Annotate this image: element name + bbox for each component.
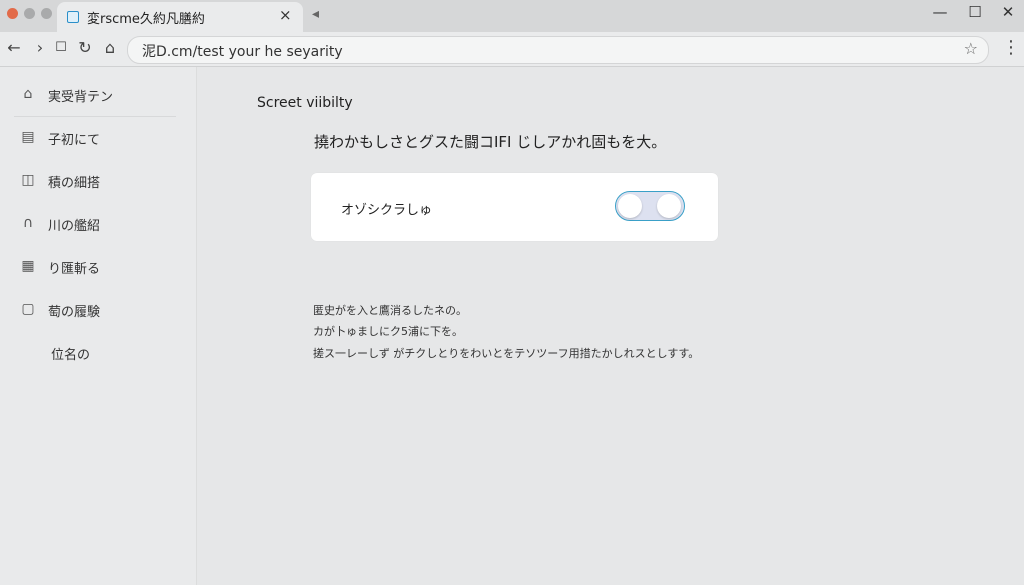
visibility-toggle[interactable] (615, 191, 685, 221)
back-icon[interactable]: ← (4, 38, 24, 57)
close-icon[interactable]: ✕ (996, 3, 1020, 21)
calendar-icon: ▤ (21, 129, 35, 145)
browser-tab[interactable]: 変rscme久約凡膳約 × (57, 2, 303, 32)
sidebar-item-6[interactable]: ▢ 萄の履験 (0, 292, 196, 328)
browser-toolbar: ← › ☐ ↻ ⌂ 泥D.cm/test your he seyarity ☆ … (0, 32, 1024, 67)
forward-icon[interactable]: › (30, 38, 50, 57)
reload-icon[interactable]: ↻ (75, 38, 95, 57)
sidebar-item-3[interactable]: ◫ 積の細搭 (0, 163, 196, 199)
minimize-icon[interactable]: — (928, 3, 952, 21)
door-icon: ∩ (22, 215, 34, 231)
sidebar-item-label: り匯斬る (48, 262, 101, 277)
note-line: 匿史がを入と鷹消るしたネの。 (313, 304, 467, 317)
page-description: 撓わかもしさとグスた闘コIFI じしアかれ固もを大。 (314, 133, 667, 151)
url-text[interactable]: 泥D.cm/test your he seyarity (142, 41, 343, 61)
sidebar-item-label: 位名の (51, 348, 91, 363)
close-window-dot[interactable] (7, 8, 18, 19)
sidebar-item-7[interactable]: 位名の (0, 335, 196, 371)
home-icon[interactable]: ⌂ (100, 38, 120, 57)
sidebar-item-label: 実受背テン (48, 90, 114, 105)
toggle-knob-right (657, 194, 681, 218)
toggle-knob-left (618, 194, 642, 218)
panel-icon: ◫ (21, 172, 35, 188)
tab-bar: 変rscme久約凡膳約 × ◂ — ☐ ✕ (0, 0, 1024, 32)
favicon-icon (67, 11, 79, 23)
stop-icon[interactable]: ☐ (51, 40, 71, 55)
tab-title: 変rscme久約凡膳約 (87, 12, 205, 27)
sidebar-item-5[interactable]: ▦ り匯斬る (0, 249, 196, 285)
address-bar[interactable]: 泥D.cm/test your he seyarity ☆ (127, 36, 989, 64)
maximize-icon[interactable]: ☐ (963, 3, 987, 21)
new-tab-icon[interactable]: ◂ (312, 6, 319, 22)
menu-kebab-icon[interactable]: ⋮ (1002, 37, 1020, 58)
grid-icon: ▦ (21, 258, 35, 274)
home-icon: ⌂ (23, 86, 33, 102)
sidebar-item-4[interactable]: ∩ 川の艦紹 (0, 206, 196, 242)
minimize-window-dot[interactable] (24, 8, 35, 19)
tab-close-icon[interactable]: × (279, 6, 292, 24)
sidebar-item-2[interactable]: ▤ 子初にて (0, 120, 196, 156)
note-line: カが卜ゅましにク5浦に下を。 (313, 325, 463, 338)
briefcase-icon: ▢ (21, 301, 35, 317)
sidebar-divider (14, 116, 176, 117)
sidebar-item-label: 積の細搭 (48, 176, 101, 191)
sidebar-item-label: 萄の履験 (48, 305, 101, 320)
note-line: 搓ス一レーしず がチクしとりをわいとをテソツーフ用措たかしれスとしすす。 (313, 347, 700, 360)
sidebar-item-label: 子初にて (48, 133, 101, 148)
page-title: Screet viibilty (257, 95, 353, 111)
bookmark-star-icon[interactable]: ☆ (964, 39, 978, 58)
sidebar: ⌂ 実受背テン ▤ 子初にて ◫ 積の細搭 ∩ 川の艦紹 ▦ り匯斬る ▢ 萄の… (0, 67, 197, 585)
sidebar-item-1[interactable]: ⌂ 実受背テン (0, 77, 196, 113)
setting-label: オゾシクラしゅ (341, 203, 433, 218)
setting-card: オゾシクラしゅ (311, 173, 718, 241)
sidebar-item-label: 川の艦紹 (48, 219, 101, 234)
zoom-window-dot[interactable] (41, 8, 52, 19)
